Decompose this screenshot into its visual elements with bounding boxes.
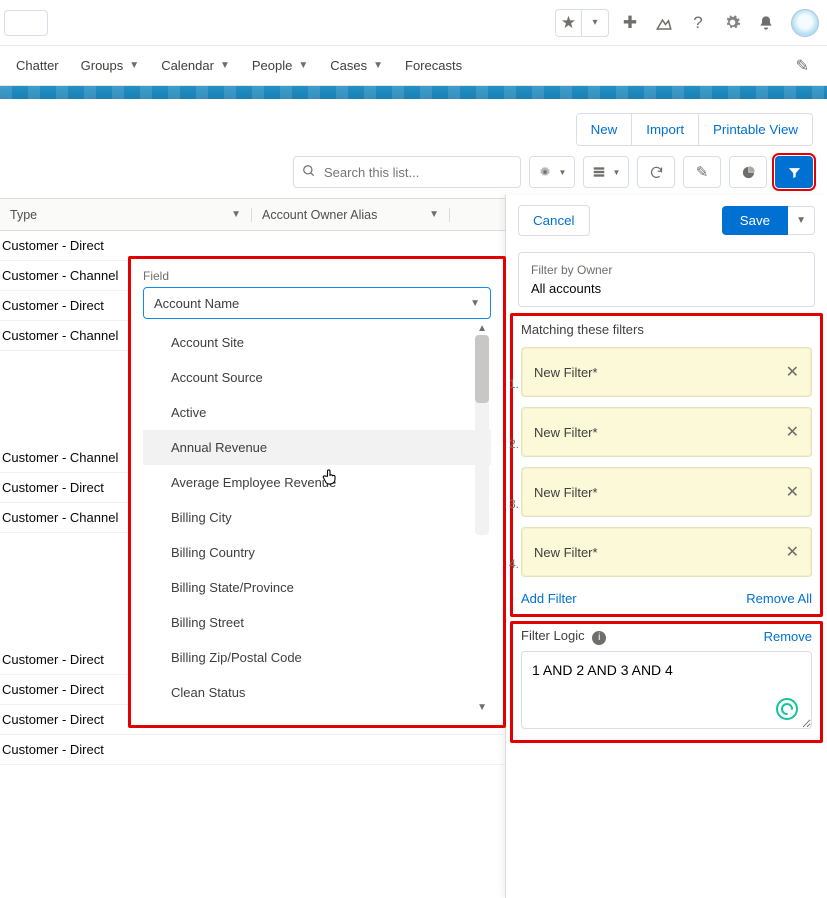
info-icon[interactable]: i	[592, 631, 606, 645]
chevron-down-icon: ▼	[129, 60, 139, 71]
filter-panel: Cancel Save ▼ Filter by Owner All accoun…	[505, 195, 827, 898]
setup-gear-icon[interactable]	[719, 10, 745, 36]
filter-by-owner-value: All accounts	[531, 281, 802, 296]
nav-tab-groups[interactable]: Groups▼	[81, 58, 140, 73]
field-option[interactable]: Annual Revenue	[143, 430, 491, 465]
printable-view-button[interactable]: Printable View	[698, 114, 812, 145]
nav-tab-calendar[interactable]: Calendar▼	[161, 58, 230, 73]
matching-filters-label: Matching these filters	[521, 322, 812, 337]
chart-icon[interactable]	[729, 156, 767, 188]
field-select[interactable]: Account Name ▼	[143, 287, 491, 319]
filter-card-label: New Filter*	[534, 545, 598, 560]
chevron-down-icon: ▼	[298, 60, 308, 71]
field-option[interactable]: Billing Street	[143, 605, 491, 640]
chevron-down-icon: ▼	[373, 60, 383, 71]
star-dropdown[interactable]: ▾	[582, 10, 608, 36]
chevron-down-icon: ▼	[613, 168, 621, 177]
nav-tab-forecasts[interactable]: Forecasts	[405, 58, 462, 73]
cancel-button[interactable]: Cancel	[518, 205, 590, 236]
field-picker-popover: Field Account Name ▼ Account SiteAccount…	[128, 256, 506, 728]
triangle-down-icon: ▼	[470, 298, 480, 309]
field-label: Field	[143, 269, 491, 283]
filter-index: 2.	[509, 437, 519, 451]
nav-tab-cases[interactable]: Cases▼	[330, 58, 383, 73]
search-icon	[302, 164, 316, 181]
filter-index: 4.	[509, 557, 519, 571]
filter-card[interactable]: New Filter* ✕	[521, 467, 812, 517]
filter-index: 1.	[509, 377, 519, 391]
filter-card[interactable]: New Filter* ✕	[521, 407, 812, 457]
filter-logic-input[interactable]	[521, 651, 812, 729]
remove-filter-icon[interactable]: ✕	[786, 542, 799, 562]
remove-filter-icon[interactable]: ✕	[786, 362, 799, 382]
field-option[interactable]: Average Employee Revenue	[143, 465, 491, 500]
star-icon[interactable]: ★	[556, 10, 582, 36]
filter-logic-section: Filter Logic i Remove	[510, 621, 823, 743]
field-option[interactable]: Billing City	[143, 500, 491, 535]
field-option[interactable]: Active	[143, 395, 491, 430]
list-settings-gear[interactable]: ▼	[529, 156, 575, 188]
user-avatar[interactable]	[791, 9, 819, 37]
list-search-input[interactable]	[322, 164, 512, 181]
field-option[interactable]: Account Source	[143, 360, 491, 395]
remove-filter-icon[interactable]: ✕	[786, 482, 799, 502]
brand-band	[0, 86, 827, 99]
trailhead-icon[interactable]	[651, 10, 677, 36]
save-dropdown[interactable]: ▼	[788, 206, 815, 235]
column-owner-alias[interactable]: Account Owner Alias▼	[252, 208, 450, 222]
filter-index: 3.	[509, 497, 519, 511]
filter-card-label: New Filter*	[534, 425, 598, 440]
column-type[interactable]: Type▼	[0, 208, 252, 222]
remove-logic-link[interactable]: Remove	[764, 629, 812, 644]
filter-logic-label: Filter Logic	[521, 628, 585, 643]
new-button[interactable]: New	[577, 114, 632, 145]
import-button[interactable]: Import	[631, 114, 698, 145]
field-option[interactable]: Clean Status	[143, 675, 491, 710]
field-option[interactable]: Account Site	[143, 325, 491, 360]
field-select-value: Account Name	[154, 296, 239, 311]
scroll-down-arrow[interactable]: ▼	[477, 702, 487, 713]
filter-card[interactable]: New Filter* ✕	[521, 527, 812, 577]
chevron-down-icon: ▼	[559, 168, 567, 177]
notifications-icon[interactable]	[753, 10, 779, 36]
filter-icon[interactable]	[775, 156, 813, 188]
grammarly-icon	[776, 698, 798, 720]
nav-tab-chatter[interactable]: Chatter	[16, 58, 59, 73]
add-icon[interactable]: ✚	[617, 10, 643, 36]
filter-by-owner-card[interactable]: Filter by Owner All accounts	[518, 252, 815, 307]
display-as-table[interactable]: ▼	[583, 156, 629, 188]
list-search[interactable]	[293, 156, 521, 188]
global-search-stub[interactable]	[4, 10, 48, 36]
edit-nav-icon[interactable]: ✎	[796, 56, 809, 76]
scrollbar-thumb[interactable]	[475, 335, 489, 403]
field-option[interactable]: Billing Country	[143, 535, 491, 570]
filter-card[interactable]: New Filter* ✕	[521, 347, 812, 397]
add-filter-link[interactable]: Add Filter	[521, 591, 577, 606]
edit-list-icon[interactable]: ✎	[683, 156, 721, 188]
chevron-down-icon: ▼	[220, 60, 230, 71]
remove-all-link[interactable]: Remove All	[746, 591, 812, 606]
refresh-icon[interactable]	[637, 156, 675, 188]
list-actions-group: New Import Printable View	[576, 113, 813, 146]
filter-card-label: New Filter*	[534, 485, 598, 500]
favorites-group: ★ ▾	[555, 9, 609, 37]
help-icon[interactable]: ?	[685, 10, 711, 36]
field-option[interactable]: Billing Zip/Postal Code	[143, 640, 491, 675]
filter-card-label: New Filter*	[534, 365, 598, 380]
field-option[interactable]: Billing State/Province	[143, 570, 491, 605]
nav-tab-people[interactable]: People▼	[252, 58, 308, 73]
matching-filters-section: Matching these filters 1.New Filter*✕2.N…	[510, 313, 823, 617]
filter-by-owner-label: Filter by Owner	[531, 263, 802, 277]
save-button[interactable]: Save	[722, 206, 788, 235]
scroll-up-arrow[interactable]: ▲	[477, 325, 487, 334]
remove-filter-icon[interactable]: ✕	[786, 422, 799, 442]
